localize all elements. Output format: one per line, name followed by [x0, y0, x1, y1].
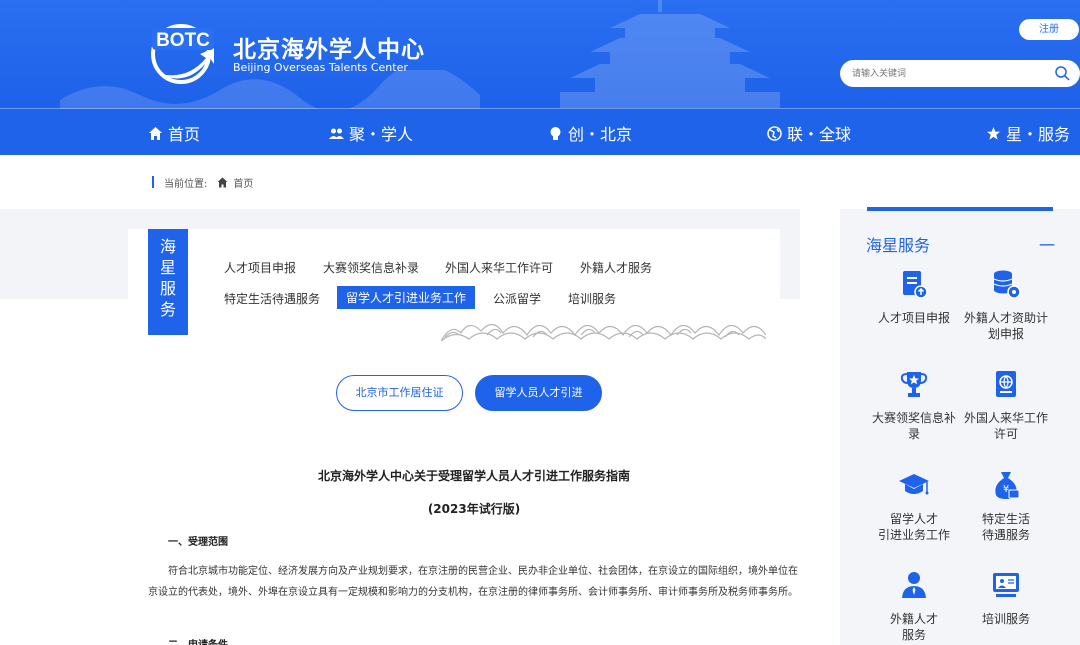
- category-link-training[interactable]: 培训服务: [568, 290, 616, 307]
- side-item-work-permit[interactable]: 外国人来华工作许可: [961, 368, 1051, 442]
- person-icon: [902, 572, 926, 598]
- category-tab-char: 服: [159, 279, 176, 298]
- site-title: 北京海外学人中心: [233, 37, 425, 63]
- presentation-icon: [993, 573, 1019, 597]
- side-item-foreign-talent-funding[interactable]: 外籍人才资助计划申报: [961, 268, 1051, 342]
- nav-item-beijing[interactable]: 创・北京: [548, 121, 632, 145]
- nav-item-home[interactable]: 首页: [148, 121, 200, 145]
- nav-item-label: 首页: [168, 125, 201, 144]
- side-item-label: 外籍人才资助计划申报: [963, 311, 1048, 341]
- wall-decoration: [60, 70, 480, 110]
- category-tab-char: 星: [159, 258, 176, 277]
- home-icon: [149, 126, 162, 140]
- category-tab: 海 星 服 务: [148, 229, 188, 335]
- side-item-label: 培训服务: [981, 612, 1030, 626]
- home-icon: [217, 177, 228, 187]
- side-panel-collapse-button[interactable]: 一: [1039, 232, 1055, 256]
- trophy-icon: [900, 372, 928, 397]
- star-icon: [987, 126, 1000, 140]
- coins-gear-icon: [993, 270, 1021, 299]
- nav-item-scholars[interactable]: 聚・学人: [329, 121, 413, 145]
- section-heading: 二、申请条件: [168, 636, 228, 645]
- section-paragraph: 符合北京城市功能定位、经济发展方向及产业规划要求，在京注册的民营企业、民办非企业…: [148, 566, 798, 598]
- returnee-talent-introduction-button[interactable]: 留学人员人才引进: [475, 375, 602, 411]
- nav-item-label: 聚・学人: [349, 125, 414, 144]
- breadcrumb-marker: [152, 176, 154, 188]
- category-link-competition-awards[interactable]: 大赛领奖信息补录: [323, 259, 419, 276]
- wave-pattern-decoration: [441, 323, 766, 342]
- side-item-label: 人才项目申报: [877, 311, 950, 325]
- category-link-talent-projects[interactable]: 人才项目申报: [224, 259, 296, 276]
- site-subtitle: Beijing Overseas Talents Center: [233, 61, 408, 74]
- category-link-work-permit[interactable]: 外国人来华工作许可: [445, 259, 553, 276]
- side-item-label: 外籍人才 服务: [889, 612, 938, 642]
- side-item-label: 外国人来华工作许可: [963, 411, 1048, 441]
- document-title: 北京海外学人中心关于受理留学人员人才引进工作服务指南: [317, 469, 630, 483]
- category-link-returnee-introduction[interactable]: 留学人才引进业务工作: [337, 286, 476, 309]
- category-tab-notch: [148, 327, 188, 335]
- category-link-public-study[interactable]: 公派留学: [493, 290, 541, 307]
- money-bag-icon: ¥: [995, 472, 1020, 499]
- category-link-special-benefits[interactable]: 特定生活待遇服务: [224, 290, 320, 307]
- lightbulb-icon: [550, 126, 561, 140]
- nav-item-label: 星・服务: [1006, 125, 1071, 144]
- side-item-talent-projects[interactable]: 人才项目申报: [869, 268, 959, 326]
- side-item-label: 大赛领奖信息补录: [871, 411, 956, 441]
- main-nav: 首页 聚・学人 创・北京 联・全球 星・服务: [0, 109, 1080, 155]
- document-subtitle: (2023年试行版): [427, 502, 521, 516]
- side-item-label: 留学人才 引进业务工作: [877, 512, 950, 542]
- document-upload-icon: [903, 271, 928, 299]
- passport-icon: [996, 371, 1016, 397]
- graduation-cap-icon: [899, 474, 929, 495]
- search-box: [840, 60, 1080, 87]
- side-item-special-benefits[interactable]: ¥ 特定生活 待遇服务: [961, 469, 1051, 543]
- globe-icon: [767, 125, 782, 141]
- side-panel-accent-bar: [867, 207, 1053, 211]
- side-panel-title: 海星服务: [866, 236, 931, 255]
- users-icon: [329, 128, 344, 139]
- section-heading: 一、受理范围: [168, 537, 228, 548]
- svg-text:¥: ¥: [1003, 484, 1009, 495]
- search-input[interactable]: [852, 65, 1042, 82]
- side-item-label: 特定生活 待遇服务: [981, 512, 1030, 542]
- category-tab-char: 务: [159, 300, 176, 319]
- side-item-foreign-talent-service[interactable]: 外籍人才 服务: [869, 569, 959, 643]
- side-item-training[interactable]: 培训服务: [961, 569, 1051, 627]
- side-item-competition-awards[interactable]: 大赛领奖信息补录: [869, 368, 959, 442]
- nav-item-services[interactable]: 星・服务: [986, 121, 1070, 145]
- nav-item-label: 创・北京: [568, 125, 633, 144]
- category-link-foreign-talent[interactable]: 外籍人才服务: [580, 259, 652, 276]
- search-icon[interactable]: [1054, 65, 1071, 82]
- botc-logo: BOTC: [151, 24, 214, 84]
- svg-text:BOTC: BOTC: [156, 30, 210, 51]
- nav-item-global[interactable]: 联・全球: [767, 121, 851, 145]
- work-residence-permit-button[interactable]: 北京市工作居住证: [336, 375, 463, 411]
- breadcrumb-prefix: 当前位置:: [164, 178, 208, 190]
- breadcrumb-home-link[interactable]: 首页: [233, 175, 253, 190]
- side-item-returnee-introduction[interactable]: 留学人才 引进业务工作: [869, 469, 959, 543]
- temple-of-heaven-decoration: [560, 0, 780, 108]
- breadcrumb: 当前位置: 首页: [152, 175, 253, 190]
- nav-item-label: 联・全球: [787, 125, 852, 144]
- register-button[interactable]: 注册: [1019, 19, 1079, 40]
- category-tab-char: 海: [159, 237, 176, 256]
